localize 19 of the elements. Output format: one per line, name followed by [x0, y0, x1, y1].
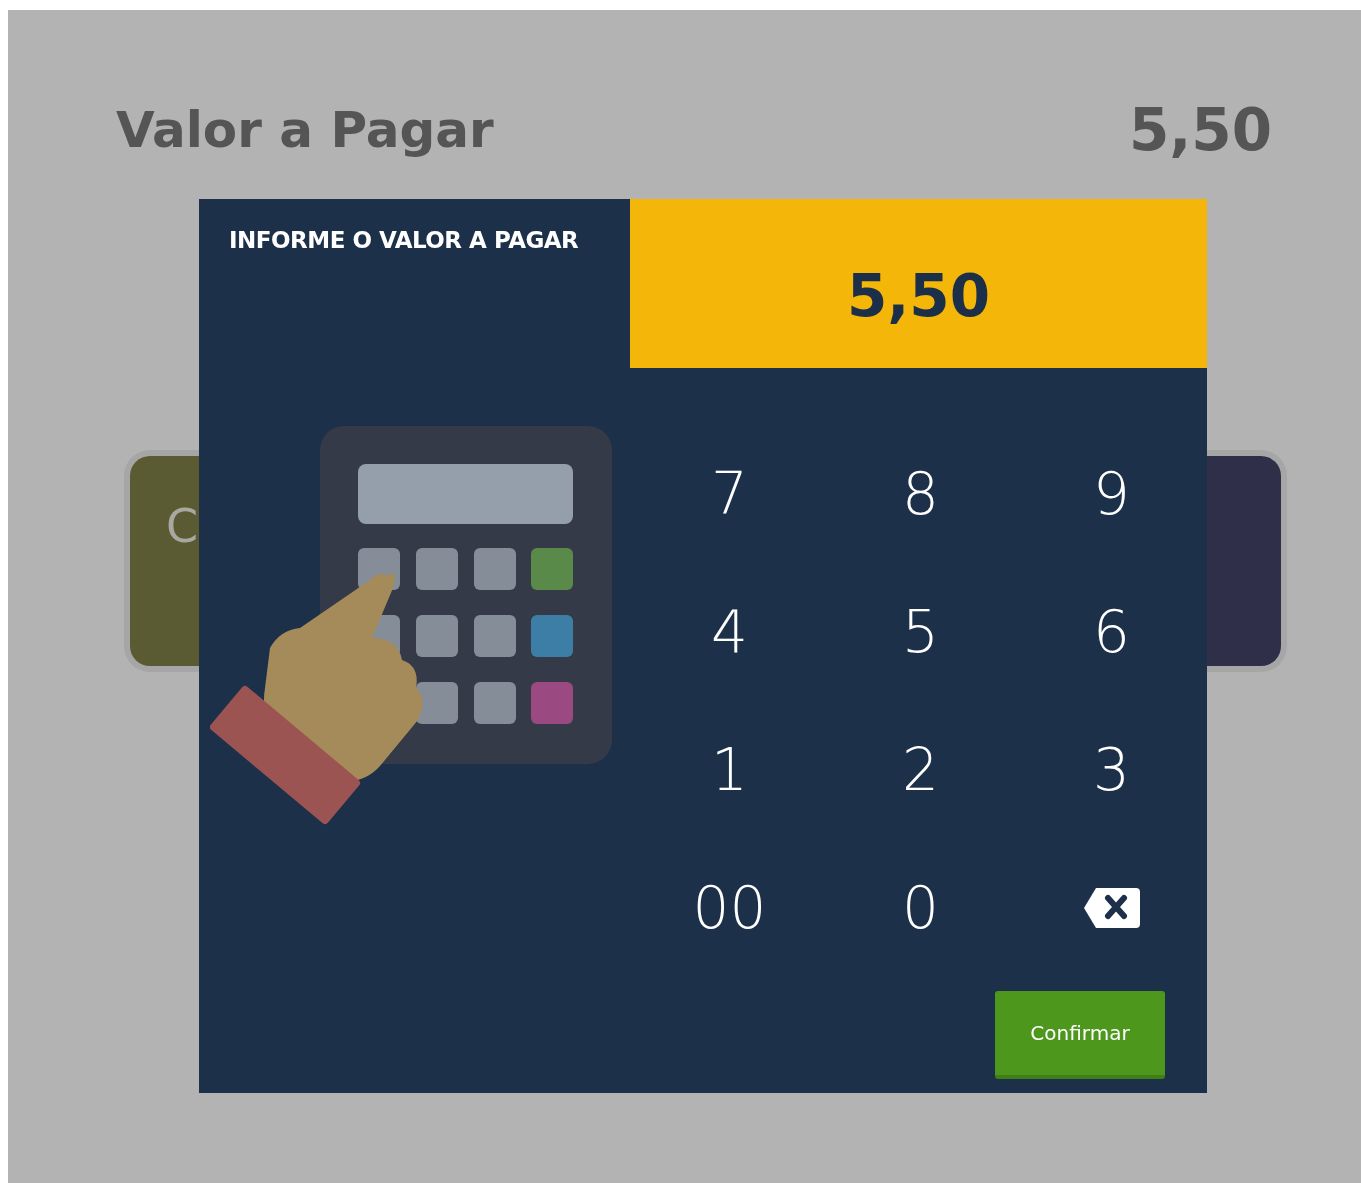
keypad-key[interactable]: 4: [703, 598, 756, 666]
amount-label: Valor a Pagar: [116, 100, 494, 161]
keypad-key[interactable]: 7: [703, 460, 756, 528]
dialog-title: INFORME O VALOR A PAGAR: [229, 227, 579, 253]
amount-value: 5,50: [1128, 98, 1272, 162]
keypad-key[interactable]: 8: [894, 460, 947, 528]
card-text: C: [166, 499, 199, 553]
backspace-button[interactable]: [1081, 886, 1142, 930]
keypad-key[interactable]: 9: [1085, 460, 1138, 528]
keypad-key[interactable]: 6: [1085, 598, 1138, 666]
keypad-key[interactable]: 5: [894, 598, 947, 666]
confirm-button[interactable]: Confirmar: [995, 991, 1165, 1079]
keypad-key[interactable]: 1: [703, 736, 756, 804]
keypad-key[interactable]: 2: [894, 736, 947, 804]
keypad-key[interactable]: 0: [894, 874, 947, 942]
keypad-key[interactable]: 00: [684, 874, 775, 942]
backspace-icon: [1081, 886, 1142, 930]
keypad-key[interactable]: 3: [1085, 736, 1138, 804]
amount-display: 5,50: [630, 199, 1207, 368]
